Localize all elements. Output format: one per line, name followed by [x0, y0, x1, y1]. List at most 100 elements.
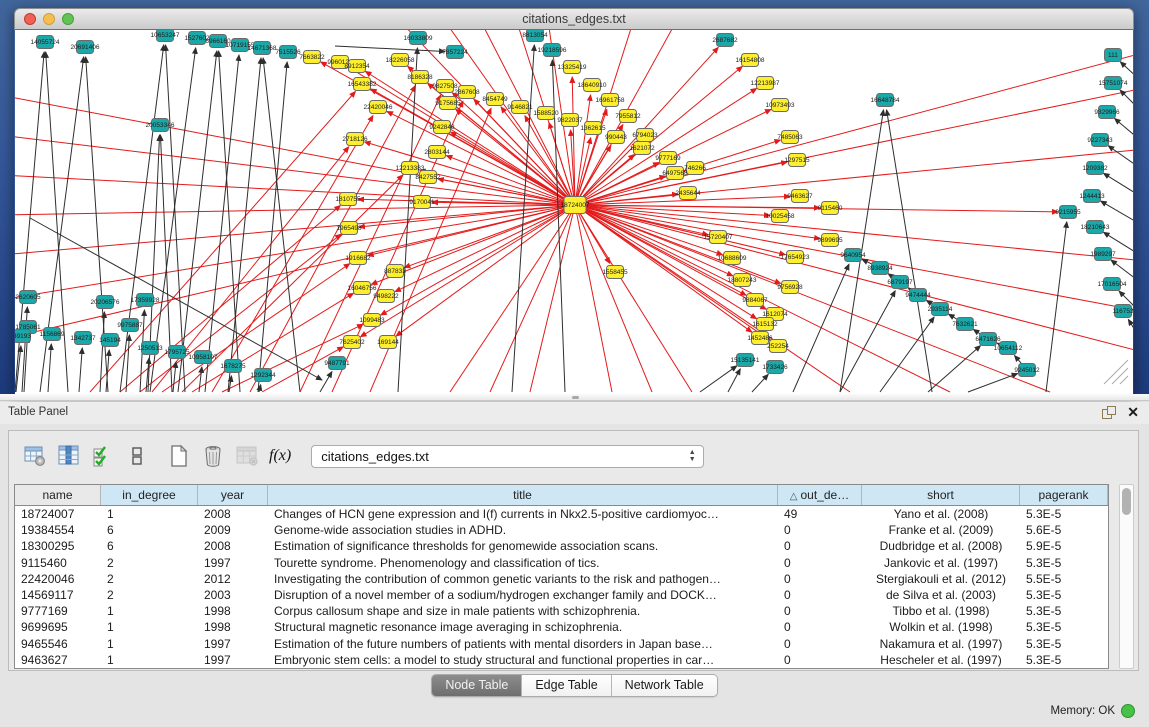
column-header-year[interactable]: year	[198, 485, 268, 505]
graph-node-label: 1615132	[752, 321, 778, 328]
close-panel-icon[interactable]: ✕	[1127, 405, 1139, 419]
graph-node-label: 6471626	[975, 336, 1001, 343]
table-cell: 0	[778, 587, 862, 603]
graph-node-label: 1250513	[137, 345, 163, 352]
graph-edge	[512, 45, 534, 392]
graph-node-label: 9822037	[557, 117, 583, 124]
memory-status-icon[interactable]	[1121, 704, 1135, 718]
new-table-icon[interactable]	[165, 443, 192, 470]
graph-edge	[1128, 319, 1133, 338]
graph-node-label: 8454749	[482, 96, 508, 103]
graph-node-label: 1209382	[1082, 165, 1108, 172]
scrollbar-thumb[interactable]	[1122, 488, 1131, 515]
float-panel-icon[interactable]	[1102, 406, 1115, 419]
table-row[interactable]: 911546021997Tourette syndrome. Phenomeno…	[15, 555, 1108, 571]
graph-node-label: 17359928	[131, 297, 160, 304]
table-cell: de Silva et al. (2003)	[862, 587, 1020, 603]
graph-node-label: 9756928	[777, 284, 803, 291]
table-cell: Disruption of a novel member of a sodium…	[268, 587, 778, 603]
table-row[interactable]: 1938455462009Genome-wide association stu…	[15, 522, 1108, 538]
table-cell: Nakamura et al. (1997)	[862, 636, 1020, 652]
graph-edge	[335, 46, 445, 52]
select-columns-icon[interactable]	[89, 443, 116, 470]
minimize-window-button[interactable]	[43, 13, 55, 25]
table-cell: 0	[778, 652, 862, 668]
resize-grip-icon[interactable]	[1120, 376, 1128, 384]
table-cell: 5.5E-5	[1020, 571, 1108, 587]
graph-node-label: 7663822	[299, 54, 325, 61]
graph-node-label: 1156869	[40, 331, 65, 338]
table-row[interactable]: 1872400712008Changes of HCN gene express…	[15, 506, 1108, 522]
table-selector-value: citations_edges.txt	[321, 449, 429, 464]
column-header-short[interactable]: short	[862, 485, 1020, 505]
graph-node-label: 1989297	[1090, 251, 1116, 258]
table-row[interactable]: 946554611997Estimation of the future num…	[15, 636, 1108, 652]
tab-edge-table[interactable]: Edge Table	[522, 675, 611, 696]
graph-edge	[752, 374, 768, 392]
graph-node-label: 7632621	[952, 321, 978, 328]
table-row[interactable]: 969969511998Structural magnetic resonanc…	[15, 619, 1108, 635]
resize-grip-icon[interactable]	[1112, 368, 1128, 384]
column-header-title[interactable]: title	[268, 485, 778, 505]
column-display-icon[interactable]	[55, 443, 82, 470]
window-titlebar[interactable]: citations_edges.txt	[14, 8, 1134, 30]
table-row[interactable]: 946362711997Embryonic stem cells: a mode…	[15, 652, 1108, 668]
table-row[interactable]: 1830029562008Estimation of significance …	[15, 538, 1108, 554]
table-cell: 1	[101, 619, 198, 635]
network-canvas[interactable]: 1872400776638229960125891235418226058165…	[15, 30, 1133, 394]
table-row[interactable]: 1456911722003Disruption of a novel membe…	[15, 587, 1108, 603]
graph-node-label: 1342737	[70, 335, 96, 342]
column-header-pagerank[interactable]: pagerank	[1020, 485, 1108, 505]
table-selector-dropdown[interactable]: citations_edges.txt ▲▼	[311, 445, 704, 468]
graph-node-label: 6794023	[632, 132, 658, 139]
table-row[interactable]: 977716911998Corpus callosum shape and si…	[15, 603, 1108, 619]
row-height-icon[interactable]	[123, 443, 150, 470]
graph-node-label: 2867608	[454, 89, 480, 96]
graph-node-label: 7955812	[615, 113, 641, 120]
table-cell: 2003	[198, 587, 268, 603]
graph-edge	[1101, 201, 1133, 224]
table-toolbar: f(x) citations_edges.txt ▲▼	[9, 431, 1138, 481]
table-cell: Tibbo et al. (1998)	[862, 603, 1020, 619]
graph-node-label: 7515526	[275, 49, 301, 56]
table-cell: 0	[778, 571, 862, 587]
column-header-out_de[interactable]: △out_de…	[778, 485, 862, 505]
graph-node-label: 18724007	[561, 202, 590, 209]
function-builder-icon[interactable]: f(x)	[269, 447, 291, 465]
tab-network-table[interactable]: Network Table	[612, 675, 717, 696]
graph-edge	[15, 135, 575, 205]
panel-splitter[interactable]	[0, 394, 1149, 401]
graph-node-label: 18226058	[386, 57, 415, 64]
graph-node-label: 19218596	[538, 47, 567, 54]
tab-node-table[interactable]: Node Table	[432, 675, 522, 696]
graph-node-label: 2718126	[342, 136, 368, 143]
table-settings-icon[interactable]	[21, 443, 48, 470]
graph-node-label: 1733426	[762, 364, 788, 371]
close-window-button[interactable]	[24, 13, 36, 25]
table-scrollbar[interactable]	[1119, 484, 1134, 669]
table-cell: Hescheler et al. (1997)	[862, 652, 1020, 668]
delete-table-icon[interactable]	[199, 443, 226, 470]
graph-node-label: 9474444	[905, 292, 931, 299]
graph-edge	[178, 51, 217, 392]
graph-node-label: 8912354	[344, 63, 370, 70]
zoom-window-button[interactable]	[62, 13, 74, 25]
graph-edge	[575, 55, 1133, 205]
graph-edge	[166, 45, 185, 392]
graph-node-label: 13325419	[558, 64, 587, 71]
table-row[interactable]: 2242004622012Investigating the contribut…	[15, 571, 1108, 587]
graph-node-label: 8427552	[415, 174, 441, 181]
column-header-in_degree[interactable]: in_degree	[101, 485, 198, 505]
graph-edge	[300, 95, 441, 392]
graph-edge	[263, 58, 300, 392]
table-tabbar: Node TableEdge TableNetwork Table	[0, 674, 1149, 697]
column-header-name[interactable]: name	[15, 485, 101, 505]
table-cell: 19384554	[15, 522, 101, 538]
graph-node-label: 9175685	[435, 100, 461, 107]
table-cell: 5.3E-5	[1020, 587, 1108, 603]
table-cell: 0	[778, 636, 862, 652]
table-cell: 2012	[198, 571, 268, 587]
table-cell: 5.6E-5	[1020, 522, 1108, 538]
graph-edge	[368, 205, 575, 256]
table-cell: 14569117	[15, 587, 101, 603]
